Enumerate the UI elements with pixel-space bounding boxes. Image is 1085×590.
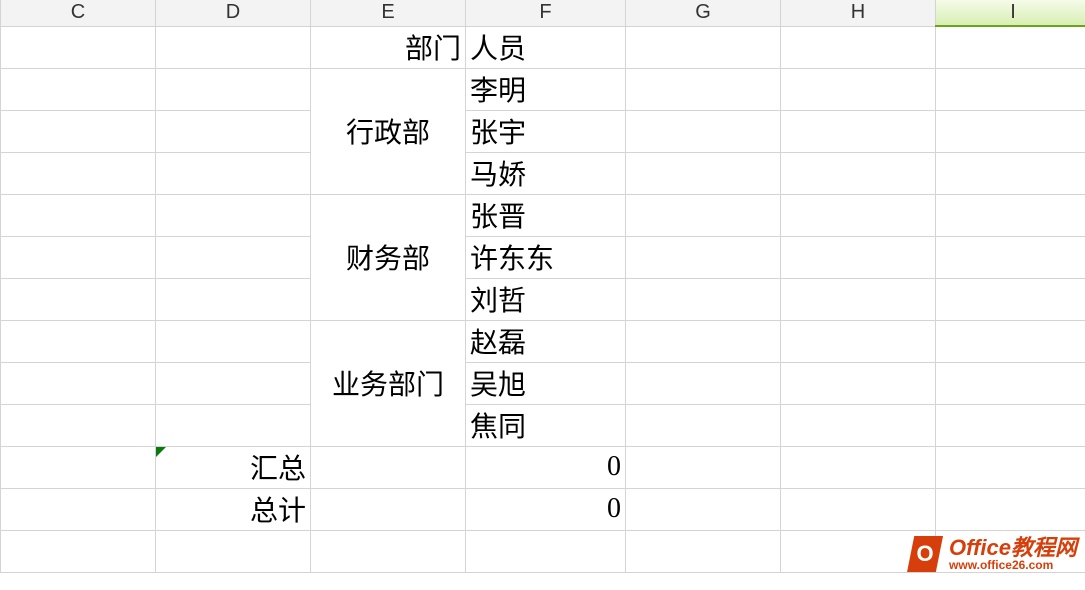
cell[interactable] [311,488,466,530]
cell-subtotal-label[interactable]: 汇总 [156,446,311,488]
cell[interactable]: 刘哲 [466,278,626,320]
cell[interactable] [781,152,936,194]
cell[interactable] [1,488,156,530]
column-header-row: C D E F G H I [1,0,1085,26]
spreadsheet-grid[interactable]: C D E F G H I 部门 人员 行政部 李明 [0,0,1085,573]
cell[interactable] [936,278,1085,320]
cell[interactable] [156,404,311,446]
cell[interactable] [1,278,156,320]
cell[interactable] [626,278,781,320]
cell[interactable] [936,236,1085,278]
col-header-h[interactable]: H [781,0,936,26]
cell-dept[interactable]: 财务部 [311,194,466,320]
cell[interactable] [156,194,311,236]
cell[interactable] [936,320,1085,362]
cell[interactable]: 马娇 [466,152,626,194]
cell[interactable] [626,26,781,68]
cell[interactable] [626,488,781,530]
cell[interactable] [781,446,936,488]
grid-body: 部门 人员 行政部 李明 张宇 马娇 [1,26,1085,572]
cell[interactable] [156,320,311,362]
cell[interactable] [781,362,936,404]
col-header-g[interactable]: G [626,0,781,26]
col-header-c[interactable]: C [1,0,156,26]
cell[interactable] [156,26,311,68]
cell[interactable] [626,446,781,488]
office-logo-icon: O [907,536,943,572]
cell[interactable] [936,110,1085,152]
cell[interactable] [626,320,781,362]
cell[interactable]: 赵磊 [466,320,626,362]
cell[interactable] [1,152,156,194]
cell[interactable] [1,404,156,446]
cell[interactable] [311,530,466,572]
cell[interactable] [1,446,156,488]
cell[interactable]: 张晋 [466,194,626,236]
cell[interactable] [626,236,781,278]
cell-dept[interactable]: 行政部 [311,68,466,194]
col-header-e[interactable]: E [311,0,466,26]
cell[interactable] [1,110,156,152]
cell[interactable] [1,530,156,572]
watermark: O Office教程网 www.office26.com [907,536,1077,572]
cell[interactable] [781,278,936,320]
cell[interactable] [936,152,1085,194]
cell[interactable] [1,320,156,362]
cell-subtotal-value[interactable]: 0 [466,446,626,488]
watermark-title: Office教程网 [949,537,1077,559]
cell[interactable] [156,236,311,278]
cell[interactable] [781,26,936,68]
cell[interactable]: 人员 [466,26,626,68]
cell[interactable] [936,446,1085,488]
cell-dept[interactable]: 业务部门 [311,320,466,446]
cell[interactable] [781,68,936,110]
cell[interactable] [936,68,1085,110]
cell[interactable] [936,404,1085,446]
cell[interactable] [781,404,936,446]
cell[interactable] [936,488,1085,530]
cell[interactable] [1,26,156,68]
cell[interactable] [626,68,781,110]
cell[interactable] [156,362,311,404]
cell[interactable]: 部门 [311,26,466,68]
cell[interactable] [781,320,936,362]
cell[interactable] [626,404,781,446]
cell[interactable]: 焦同 [466,404,626,446]
col-header-i[interactable]: I [936,0,1085,26]
cell[interactable] [626,530,781,572]
cell[interactable] [781,488,936,530]
cell-total-label[interactable]: 总计 [156,488,311,530]
cell[interactable] [156,278,311,320]
cell[interactable] [1,194,156,236]
col-header-d[interactable]: D [156,0,311,26]
cell-total-value[interactable]: 0 [466,488,626,530]
cell[interactable] [156,530,311,572]
cell[interactable] [626,362,781,404]
cell[interactable] [156,152,311,194]
cell[interactable] [936,362,1085,404]
cell[interactable] [1,236,156,278]
cell[interactable]: 李明 [466,68,626,110]
cell[interactable] [156,110,311,152]
cell[interactable] [781,110,936,152]
cell[interactable] [1,362,156,404]
cell[interactable]: 张宇 [466,110,626,152]
cell[interactable] [626,152,781,194]
cell[interactable]: 许东东 [466,236,626,278]
cell[interactable] [936,194,1085,236]
cell[interactable] [1,68,156,110]
cell[interactable] [626,110,781,152]
cell[interactable] [781,236,936,278]
cell[interactable] [626,194,781,236]
cell[interactable] [781,194,936,236]
cell[interactable] [936,26,1085,68]
cell[interactable]: 吴旭 [466,362,626,404]
cell[interactable] [311,446,466,488]
col-header-f[interactable]: F [466,0,626,26]
cell[interactable] [156,68,311,110]
watermark-url: www.office26.com [949,559,1077,571]
cell[interactable] [466,530,626,572]
